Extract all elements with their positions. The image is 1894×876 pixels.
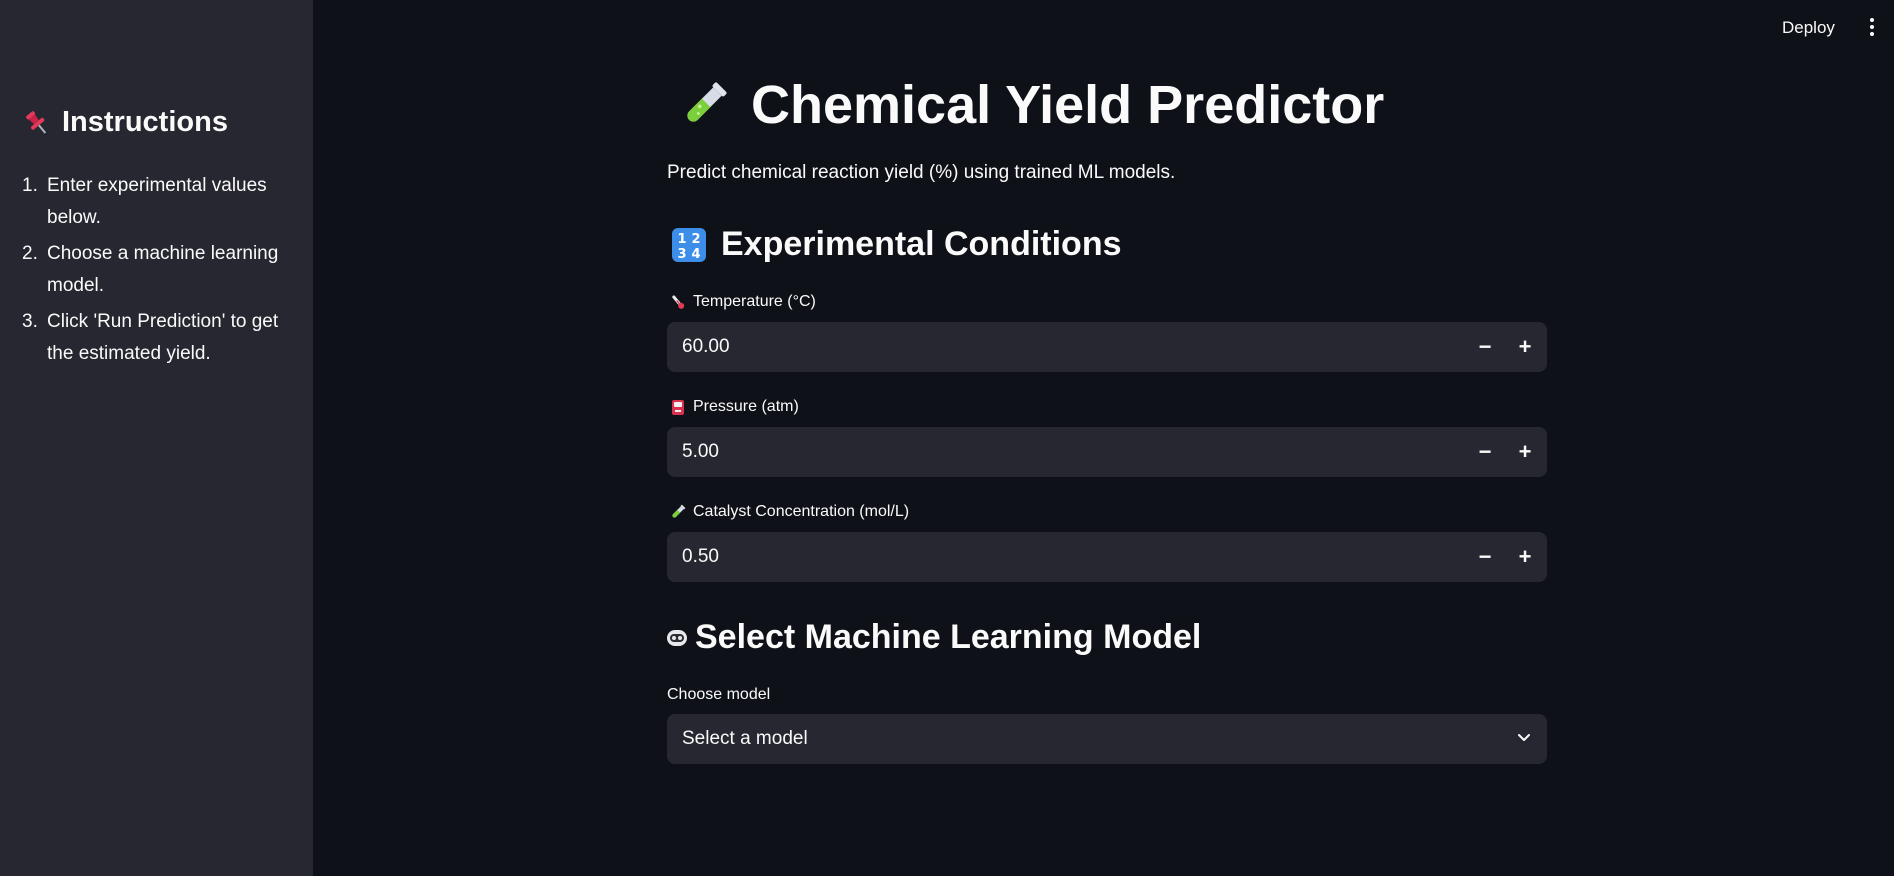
page-title: Chemical Yield Predictor [675,74,1384,136]
temperature-value[interactable] [667,321,1465,373]
temperature-label-text: Temperature (°C) [693,293,816,310]
gauge-icon [669,398,687,416]
instruction-number: 1. [22,175,38,196]
instruction-item: 2. Choose a machine learning model. [22,238,292,302]
instruction-text: Click 'Run Prediction' to get the estima… [47,311,279,364]
pressure-label: Pressure (atm) [669,398,799,416]
catalyst-increment-button[interactable]: + [1505,532,1545,582]
pressure-decrement-button[interactable]: − [1465,427,1505,477]
catalyst-input: − + [667,531,1547,583]
pushpin-icon [22,108,52,138]
instruction-text: Choose a machine learning model. [47,243,279,296]
temperature-increment-button[interactable]: + [1505,322,1545,372]
robot-icon [665,626,689,650]
model-select-label: Choose model [667,686,771,703]
sidebar-title-text: Instructions [62,106,228,138]
pressure-input: − + [667,426,1547,478]
svg-text:3: 3 [677,247,686,262]
model-select-value: Select a model [682,728,808,749]
more-menu-icon[interactable] [1866,16,1878,38]
sidebar: Instructions 1. Enter experimental value… [0,0,313,876]
catalyst-label-text: Catalyst Concentration (mol/L) [693,503,910,520]
test-tube-icon [675,76,733,134]
catalyst-value[interactable] [667,531,1465,583]
deploy-button[interactable]: Deploy [1774,14,1843,42]
sidebar-title: Instructions [22,106,228,139]
catalyst-decrement-button[interactable]: − [1465,532,1505,582]
chevron-down-icon [1516,729,1532,750]
pressure-label-text: Pressure (atm) [693,398,799,415]
numbers-keycap-icon: 1 2 3 4 [671,227,707,263]
page-title-text: Chemical Yield Predictor [751,75,1385,135]
svg-text:1: 1 [677,232,686,247]
svg-text:4: 4 [691,247,700,262]
instructions-list: 1. Enter experimental values below. 2. C… [22,170,292,374]
temperature-decrement-button[interactable]: − [1465,322,1505,372]
conditions-heading-text: Experimental Conditions [721,225,1122,263]
instruction-text: Enter experimental values below. [47,175,267,228]
model-heading-text: Select Machine Learning Model [695,618,1202,656]
model-select[interactable]: Select a model [667,714,1547,764]
catalyst-label: Catalyst Concentration (mol/L) [669,503,909,521]
temperature-input: − + [667,321,1547,373]
instruction-item: 3. Click 'Run Prediction' to get the est… [22,306,292,370]
pressure-increment-button[interactable]: + [1505,427,1545,477]
svg-text:2: 2 [691,232,700,247]
instruction-number: 3. [22,311,38,332]
temperature-label: Temperature (°C) [669,293,816,311]
model-heading: Select Machine Learning Model [665,618,1201,657]
conditions-heading: 1 2 3 4 Experimental Conditions [671,225,1122,264]
instruction-number: 2. [22,243,38,264]
thermometer-icon [669,293,687,311]
pressure-value[interactable] [667,426,1465,478]
instruction-item: 1. Enter experimental values below. [22,170,292,234]
page-subtitle: Predict chemical reaction yield (%) usin… [667,162,1176,183]
test-tube-icon [669,503,687,521]
